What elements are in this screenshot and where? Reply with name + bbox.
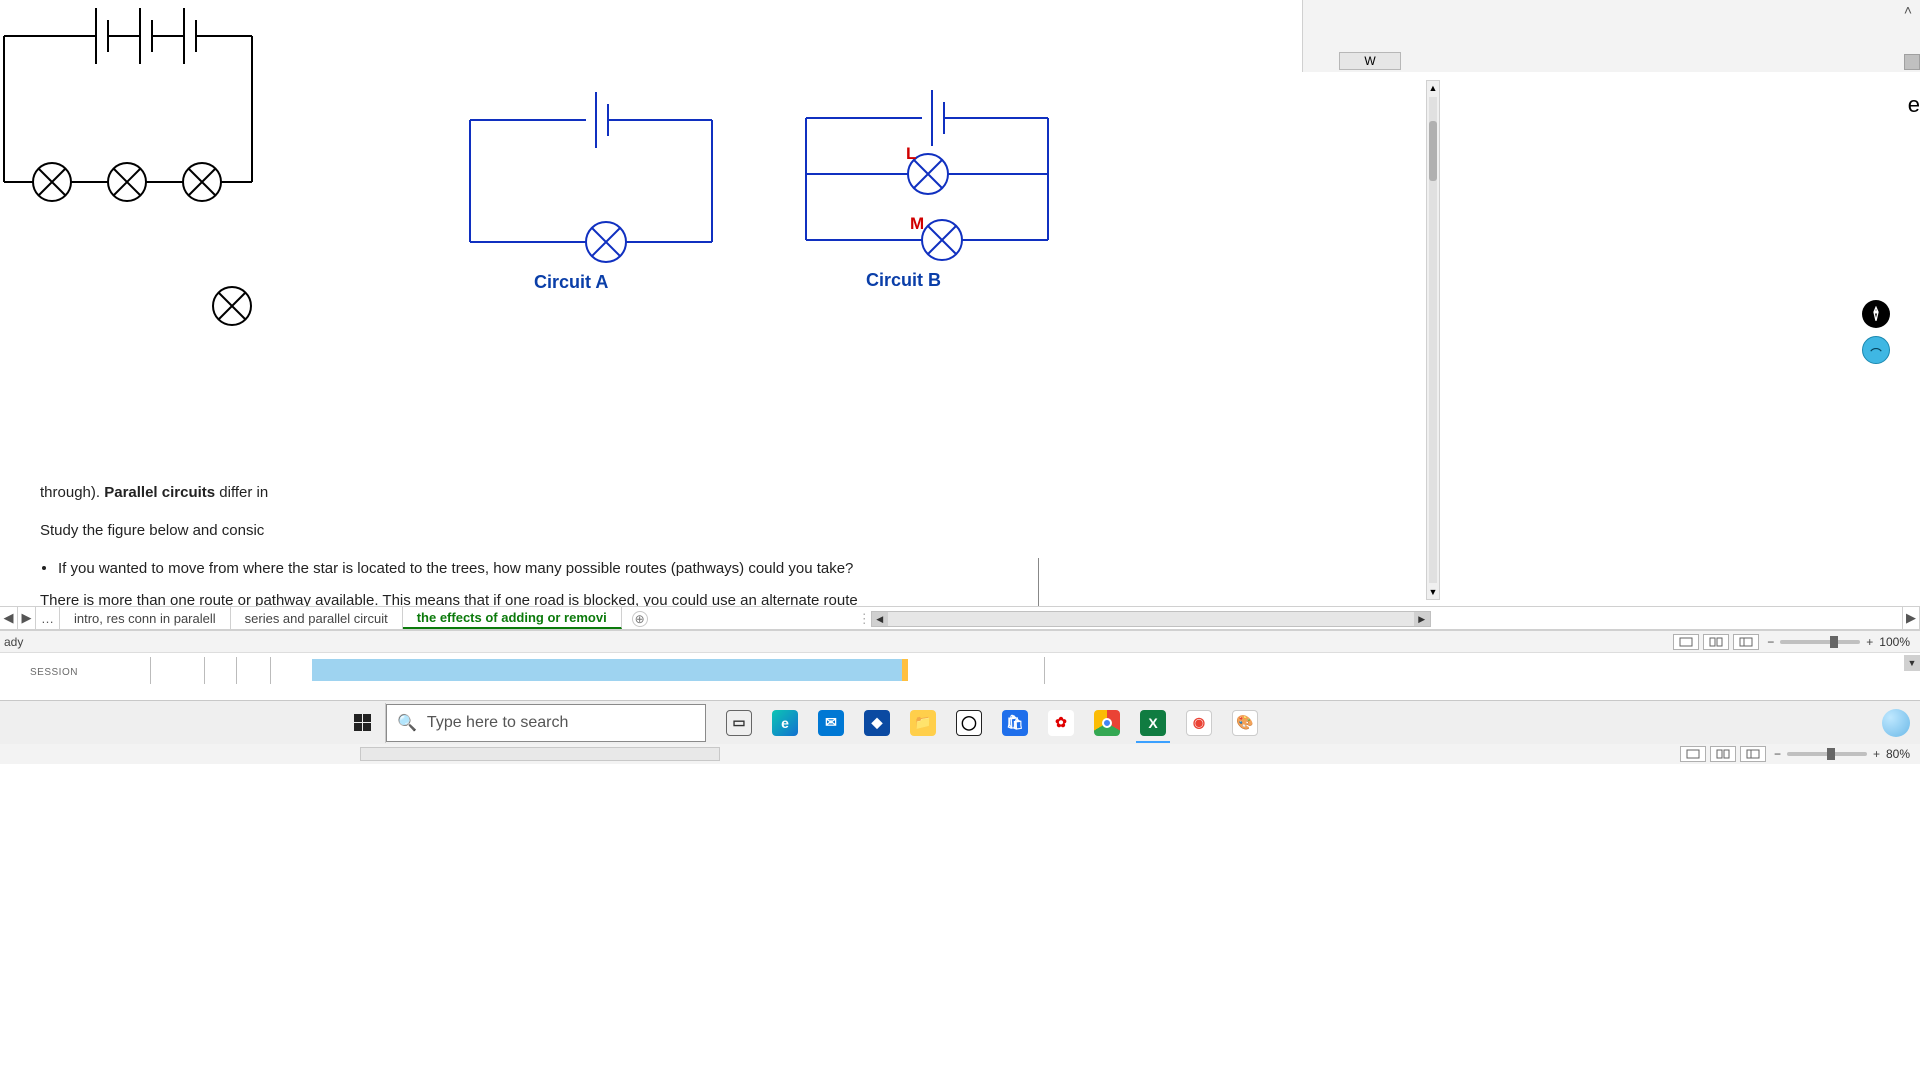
fragment-other-window: ˄ W: [1302, 0, 1920, 72]
weather-icon[interactable]: [1882, 709, 1910, 737]
vertical-divider: [1038, 558, 1039, 606]
tab-grip-icon[interactable]: ⋮: [858, 607, 871, 629]
view-page-break-icon[interactable]: [1740, 746, 1766, 762]
file-explorer-icon[interactable]: 📁: [900, 703, 946, 743]
zoom-control-2: − + 80%: [1774, 747, 1910, 761]
zoom-control: − + 100%: [1767, 635, 1910, 649]
text-fragment: differ in: [215, 484, 268, 501]
pen-tool-icon[interactable]: [1862, 300, 1890, 328]
whiteboard-icon[interactable]: [1862, 336, 1890, 364]
sheet-tab-series-parallel[interactable]: series and parallel circuit: [231, 607, 403, 629]
chrome-icon[interactable]: [1084, 703, 1130, 743]
bullet-text: If you wanted to move from where the sta…: [58, 560, 853, 577]
status-ready: ady: [0, 635, 23, 649]
sheet-tab-effects[interactable]: the effects of adding or removi: [403, 607, 622, 629]
scrollbar-thumb[interactable]: [1429, 121, 1437, 181]
sheet-overflow-icon[interactable]: …: [36, 607, 60, 629]
bullet-item: If you wanted to move from where the sta…: [58, 560, 853, 577]
scroll-left-icon[interactable]: ◀: [872, 612, 888, 626]
sheet-nav-prev-icon[interactable]: ◀: [0, 607, 18, 629]
taskbar-icons: ▭ e ✉ ◆ 📁 ◯ 🛍 ✿ X ◉ 🎨: [716, 703, 1268, 743]
zoom-slider[interactable]: [1780, 640, 1860, 644]
divider: [1044, 657, 1045, 684]
scroll-down-icon[interactable]: ▼: [1427, 585, 1439, 599]
session-label: SESSION: [30, 667, 78, 678]
horizontal-scrollbar[interactable]: ◀ ▶: [871, 611, 1431, 627]
divider: [150, 657, 151, 684]
search-placeholder: Type here to search: [427, 714, 568, 732]
diagram-series-circuit: [0, 0, 280, 350]
taskbar-search[interactable]: 🔍 Type here to search: [386, 704, 706, 742]
app-red-icon[interactable]: ✿: [1038, 703, 1084, 743]
bulb-label-l: L: [906, 144, 916, 164]
horizontal-scrollbar-2[interactable]: [360, 747, 720, 761]
lower-document-fragment: SESSION ▼: [0, 652, 1920, 688]
zoom-percent-2[interactable]: 80%: [1886, 747, 1910, 761]
column-header-w[interactable]: W: [1339, 52, 1401, 70]
divider: [270, 657, 271, 684]
view-mode-buttons-2: [1680, 746, 1766, 762]
zoom-slider-thumb[interactable]: [1830, 636, 1838, 648]
zoom-in-button[interactable]: +: [1873, 747, 1880, 761]
diagram-circuit-a: [468, 90, 728, 270]
bullet-dot-icon: [42, 566, 46, 570]
zoom-out-button[interactable]: −: [1774, 747, 1781, 761]
sheet-tab-intro[interactable]: intro, res conn in paralell: [60, 607, 231, 629]
mail-icon[interactable]: ✉: [808, 703, 854, 743]
status-bar: ady − + 100%: [0, 630, 1920, 652]
vertical-scrollbar[interactable]: ▲ ▼: [1426, 80, 1440, 600]
new-sheet-button[interactable]: ⊕: [632, 611, 648, 627]
edge-browser-icon[interactable]: e: [762, 703, 808, 743]
text-fragment: through).: [40, 484, 104, 501]
sheet-nav-next-icon[interactable]: ▶: [18, 607, 36, 629]
zoom-in-button[interactable]: +: [1866, 635, 1873, 649]
view-mode-buttons: [1673, 634, 1759, 650]
paragraph-line-1: through). Parallel circuits differ in: [40, 484, 268, 501]
windows-logo-icon: [354, 714, 371, 731]
view-page-layout-icon[interactable]: [1703, 634, 1729, 650]
diagram-circuit-b: [804, 88, 1064, 278]
zoom-slider[interactable]: [1787, 752, 1867, 756]
zoom-percent[interactable]: 100%: [1879, 635, 1910, 649]
search-icon: 🔍: [397, 713, 417, 733]
partial-letter: e: [1908, 92, 1920, 118]
view-page-layout-icon[interactable]: [1710, 746, 1736, 762]
windows-taskbar: 🔍 Type here to search ▭ e ✉ ◆ 📁 ◯ 🛍 ✿ X …: [0, 700, 1920, 744]
view-normal-icon[interactable]: [1673, 634, 1699, 650]
divider: [236, 657, 237, 684]
scroll-right-icon[interactable]: ▶: [1414, 612, 1430, 626]
sheet-nav-last-icon[interactable]: ▶: [1902, 607, 1920, 629]
scroll-down-icon[interactable]: ▼: [1904, 655, 1920, 671]
app-blue-icon[interactable]: ◆: [854, 703, 900, 743]
chrome-profile-icon[interactable]: ◉: [1176, 703, 1222, 743]
view-page-break-icon[interactable]: [1733, 634, 1759, 650]
circuit-a-label: Circuit A: [534, 272, 608, 293]
text-bold-parallel: Parallel circuits: [104, 484, 215, 501]
ms-store-icon[interactable]: 🛍: [992, 703, 1038, 743]
task-view-icon[interactable]: ▭: [716, 703, 762, 743]
zoom-slider-thumb[interactable]: [1827, 748, 1835, 760]
bulb-label-m: M: [910, 214, 924, 234]
excel-icon[interactable]: X: [1130, 703, 1176, 743]
blank-area: [0, 764, 1920, 1080]
status-bar-secondary: − + 80%: [0, 744, 1920, 764]
accessory-tool-icons: [1862, 300, 1890, 364]
zoom-out-button[interactable]: −: [1767, 635, 1774, 649]
github-desktop-icon[interactable]: ◯: [946, 703, 992, 743]
collapse-ribbon-icon[interactable]: ˄: [1904, 2, 1912, 18]
view-normal-icon[interactable]: [1680, 746, 1706, 762]
scroll-up-icon[interactable]: ▲: [1427, 81, 1439, 95]
divider: [204, 657, 205, 684]
circuit-b-label: Circuit B: [866, 270, 941, 291]
sheet-tab-strip: ◀ ▶ … intro, res conn in paralell series…: [0, 606, 1920, 630]
start-button[interactable]: [340, 703, 386, 743]
embedded-image-strip: [312, 659, 908, 681]
paint-icon[interactable]: 🎨: [1222, 703, 1268, 743]
scrollbar-button[interactable]: [1904, 54, 1920, 70]
paragraph-line-2: Study the figure below and consic: [40, 522, 264, 539]
